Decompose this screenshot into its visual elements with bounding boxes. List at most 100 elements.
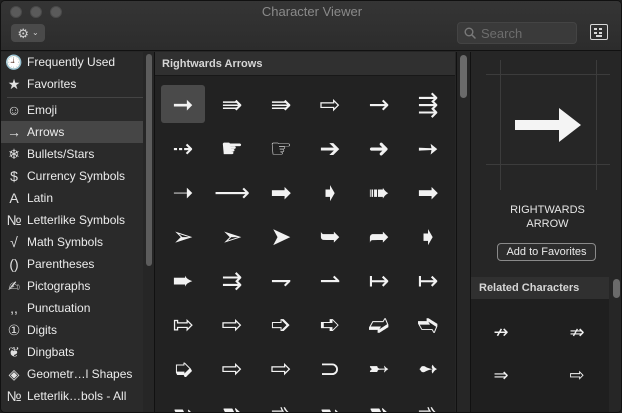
- character-cell[interactable]: ➽: [357, 393, 401, 413]
- character-detail-panel: RIGHTWARDS ARROW Add to Favorites Relate…: [470, 52, 621, 412]
- character-cell[interactable]: ➞: [161, 85, 205, 123]
- sidebar-item-letterlik-bols-all[interactable]: № Letterlik…bols - All: [1, 385, 143, 407]
- sidebar-item-label: Frequently Used: [27, 55, 116, 69]
- character-cell[interactable]: ⇶: [406, 85, 450, 123]
- character-cell[interactable]: ➼: [308, 393, 352, 413]
- sidebar-item-parentheses[interactable]: () Parentheses: [1, 253, 143, 275]
- related-scrollbar[interactable]: [609, 277, 621, 412]
- sidebar-item-arrows[interactable]: → Arrows: [1, 121, 143, 143]
- sidebar-item-dingbats[interactable]: ❦ Dingbats: [1, 341, 143, 363]
- character-cell[interactable]: ➻: [406, 349, 450, 387]
- sidebar-item-letterlike-symbols[interactable]: № Letterlike Symbols: [1, 209, 143, 231]
- character-cell[interactable]: ➡: [259, 173, 303, 211]
- character-cell[interactable]: ➧: [406, 217, 450, 255]
- sidebar-item-punctuation[interactable]: ,, Punctuation: [1, 297, 143, 319]
- character-cell[interactable]: ⇰: [161, 305, 205, 343]
- sidebar-item-label: Latin: [27, 191, 54, 205]
- related-characters-title: Related Characters: [479, 282, 580, 294]
- character-cell[interactable]: ➾: [406, 393, 450, 413]
- character-cell[interactable]: ⇨: [210, 349, 254, 387]
- character-cell[interactable]: ⇁: [259, 261, 303, 299]
- character-cell[interactable]: ➝: [161, 173, 205, 211]
- sidebar-item-label: Parentheses: [27, 257, 95, 271]
- sidebar-item-pictographs[interactable]: ✍ Pictographs: [1, 275, 143, 297]
- sidebar-item-label: Digits: [27, 323, 58, 337]
- character-cell[interactable]: ➼: [161, 393, 205, 413]
- character-cell[interactable]: ➙: [406, 129, 450, 167]
- sidebar-item-geometr-l-shapes[interactable]: ◈ Geometr…l Shapes: [1, 363, 143, 385]
- sidebar-item-digits[interactable]: ① Digits: [1, 319, 143, 341]
- character-cell[interactable]: ⇛: [259, 85, 303, 123]
- related-character-cell[interactable]: ↛: [481, 317, 521, 347]
- related-character-cell[interactable]: ⇏: [557, 317, 597, 347]
- character-cell[interactable]: ➪: [308, 305, 352, 343]
- character-cell[interactable]: ➤: [259, 217, 303, 255]
- keyboard-viewer-icon[interactable]: [590, 24, 608, 40]
- action-menu-button[interactable]: ⚙ ⌄: [11, 24, 45, 42]
- character-cell[interactable]: ⊃: [308, 349, 352, 387]
- sidebar-item-icon: 🕘: [5, 54, 23, 70]
- character-cell[interactable]: ⇀: [308, 261, 352, 299]
- character-cell[interactable]: ➡: [406, 173, 450, 211]
- character-cell[interactable]: ➾: [259, 393, 303, 413]
- character-cell[interactable]: ⇛: [210, 85, 254, 123]
- add-to-favorites-button[interactable]: Add to Favorites: [497, 243, 596, 261]
- character-cell[interactable]: ⟶: [210, 173, 254, 211]
- character-cell[interactable]: ➸: [357, 349, 401, 387]
- sidebar-item-favorites[interactable]: ★ Favorites: [1, 73, 143, 95]
- character-preview: [486, 60, 610, 190]
- character-cell[interactable]: ➔: [308, 129, 352, 167]
- character-cell[interactable]: ☛: [210, 129, 254, 167]
- character-cell[interactable]: ⇢: [161, 129, 205, 167]
- character-cell[interactable]: ➜: [357, 129, 401, 167]
- sidebar-item-math-symbols[interactable]: √ Math Symbols: [1, 231, 143, 253]
- sidebar-item-icon: №: [6, 212, 22, 228]
- character-cell[interactable]: ⇨: [259, 349, 303, 387]
- sidebar-item-emoji[interactable]: ☺ Emoji: [1, 99, 143, 121]
- character-grid: Rightwards Arrows ➞ ⇛ ⇛ ⇨ → ⇶ ⇢ ☛ ☞ ➔ ➜ ➙ ➝ ⟶ ➡ ➧ ➠ ➡ ➢ ➣ ➤ ➥…: [155, 52, 455, 413]
- related-character-cell[interactable]: ⇨: [557, 360, 597, 390]
- sidebar-scrollbar[interactable]: [144, 52, 154, 412]
- character-cell[interactable]: →: [357, 85, 401, 123]
- search-field[interactable]: [457, 22, 577, 44]
- sidebar-item-icon: №: [6, 388, 22, 404]
- sidebar-item-icon: ①: [7, 322, 21, 338]
- character-cell[interactable]: ➢: [161, 217, 205, 255]
- character-cell[interactable]: ➦: [357, 217, 401, 255]
- sidebar-item-label: Emoji: [27, 103, 58, 117]
- search-icon: [464, 27, 476, 39]
- character-cell[interactable]: ➫: [357, 305, 401, 343]
- sidebar-item-latin[interactable]: A Latin: [1, 187, 143, 209]
- sidebar-item-label: Math Symbols: [27, 235, 104, 249]
- sidebar-item-icon: ,,: [10, 300, 18, 316]
- character-cell[interactable]: ➧: [308, 173, 352, 211]
- sidebar-item-icon: ✍: [8, 278, 20, 294]
- sidebar-item-currency-symbols[interactable]: $ Currency Symbols: [1, 165, 143, 187]
- character-cell[interactable]: ➨: [161, 261, 205, 299]
- character-cell[interactable]: ➥: [308, 217, 352, 255]
- sidebar-item-bullets-stars[interactable]: ❄ Bullets/Stars: [1, 143, 143, 165]
- character-cell[interactable]: ☞: [259, 129, 303, 167]
- sidebar-item-icon: ❦: [8, 344, 20, 360]
- search-input[interactable]: [481, 25, 571, 41]
- sidebar-scroll-thumb[interactable]: [146, 54, 152, 266]
- character-cell[interactable]: ⇉: [210, 261, 254, 299]
- character-cell[interactable]: ➣: [210, 217, 254, 255]
- character-cell[interactable]: ➭: [161, 349, 205, 387]
- sidebar-item-label: Pictographs: [27, 279, 91, 293]
- character-cell[interactable]: ➠: [357, 173, 401, 211]
- character-cell[interactable]: ➬: [406, 305, 450, 343]
- related-scroll-thumb[interactable]: [613, 279, 620, 298]
- sidebar-item-frequently-used[interactable]: 🕘 Frequently Used: [1, 51, 143, 73]
- related-character-cell[interactable]: ⇒: [481, 360, 521, 390]
- character-cell[interactable]: ↦: [357, 261, 401, 299]
- character-name: RIGHTWARDS ARROW: [510, 204, 585, 230]
- character-cell[interactable]: ➽: [210, 393, 254, 413]
- character-cell[interactable]: ➩: [259, 305, 303, 343]
- grid-scrollbar[interactable]: [456, 52, 469, 412]
- character-cell[interactable]: ⇨: [210, 305, 254, 343]
- character-cell[interactable]: ⇨: [308, 85, 352, 123]
- grid-section-title: Rightwards Arrows: [162, 57, 263, 70]
- grid-scroll-thumb[interactable]: [460, 55, 467, 98]
- character-cell[interactable]: ↦: [406, 261, 450, 299]
